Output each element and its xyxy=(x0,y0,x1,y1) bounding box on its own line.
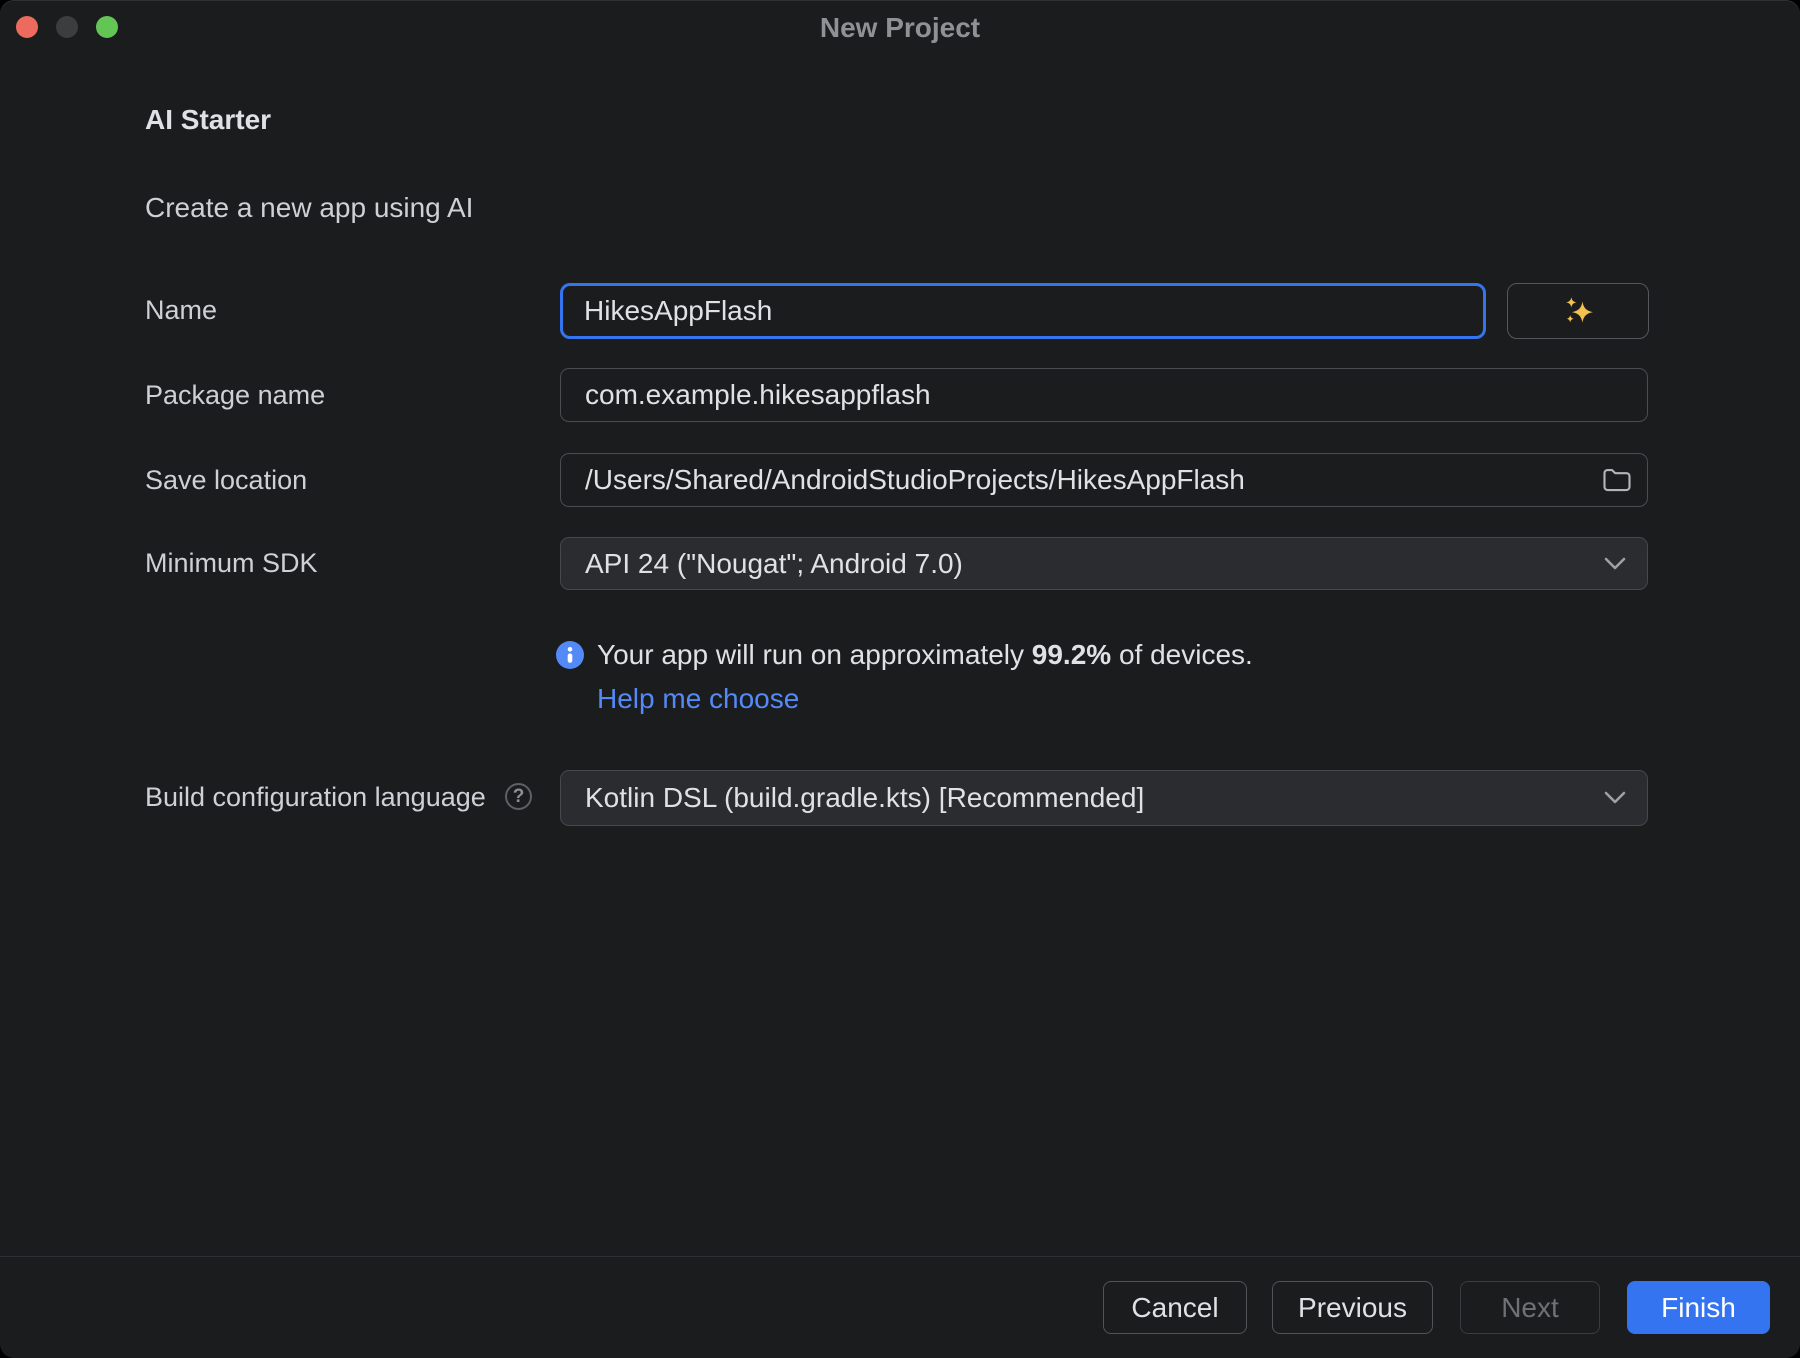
sdk-coverage-percent: 99.2% xyxy=(1032,639,1111,670)
previous-button[interactable]: Previous xyxy=(1272,1281,1433,1334)
package-name-input[interactable] xyxy=(560,368,1648,422)
minimum-sdk-label: Minimum SDK xyxy=(145,547,318,579)
title-bar: New Project xyxy=(0,0,1800,56)
build-config-value: Kotlin DSL (build.gradle.kts) [Recommend… xyxy=(585,782,1144,814)
info-icon xyxy=(556,641,584,669)
minimum-sdk-dropdown[interactable]: API 24 ("Nougat"; Android 7.0) xyxy=(560,537,1648,590)
folder-icon xyxy=(1602,467,1632,493)
name-input[interactable] xyxy=(560,283,1486,339)
name-label: Name xyxy=(145,294,217,326)
save-location-input[interactable] xyxy=(560,453,1648,507)
chevron-down-icon xyxy=(1603,556,1627,571)
sdk-coverage-text: Your app will run on approximately 99.2%… xyxy=(597,638,1253,672)
package-name-label: Package name xyxy=(145,379,325,411)
chevron-down-icon xyxy=(1603,791,1627,806)
page-subtitle: Create a new app using AI xyxy=(145,192,473,224)
new-project-dialog: New Project AI Starter Create a new app … xyxy=(0,0,1800,1358)
ai-generate-button[interactable] xyxy=(1507,283,1649,339)
save-location-label: Save location xyxy=(145,464,307,496)
minimum-sdk-value: API 24 ("Nougat"; Android 7.0) xyxy=(585,548,963,580)
cancel-button[interactable]: Cancel xyxy=(1103,1281,1247,1334)
help-question-icon[interactable]: ? xyxy=(505,783,532,810)
build-config-dropdown[interactable]: Kotlin DSL (build.gradle.kts) [Recommend… xyxy=(560,770,1648,826)
build-config-label: Build configuration language xyxy=(145,781,486,813)
finish-button[interactable]: Finish xyxy=(1627,1281,1770,1334)
help-me-choose-link[interactable]: Help me choose xyxy=(597,682,799,716)
window-title: New Project xyxy=(0,10,1800,46)
sparkles-icon xyxy=(1558,291,1598,331)
footer-separator xyxy=(0,1256,1800,1257)
page-title: AI Starter xyxy=(145,105,271,135)
save-location-field xyxy=(560,453,1648,507)
browse-folder-button[interactable] xyxy=(1600,466,1634,494)
next-button[interactable]: Next xyxy=(1460,1281,1600,1334)
